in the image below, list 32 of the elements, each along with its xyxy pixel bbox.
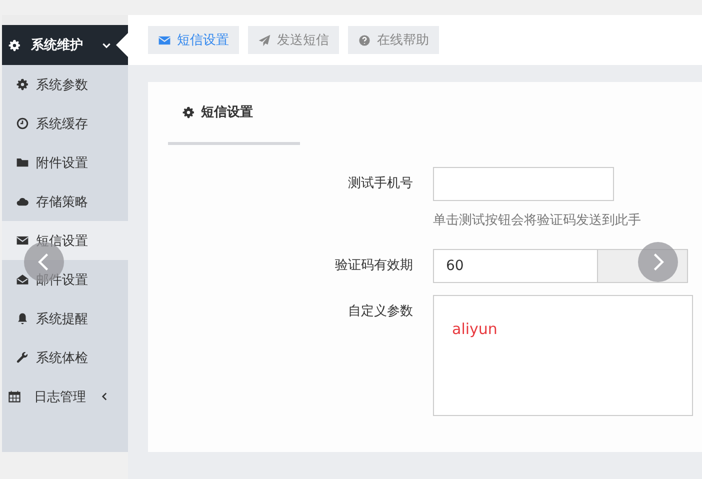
- help-icon: [358, 34, 371, 46]
- wrench-icon: [16, 351, 29, 364]
- envelope-icon: [16, 234, 29, 247]
- field-label: 自定义参数: [347, 303, 414, 321]
- cloud-icon: [16, 195, 29, 208]
- gear-icon: [8, 38, 21, 52]
- folder-icon: [16, 156, 29, 169]
- sidebar-item[interactable]: 系统体检: [2, 338, 128, 377]
- sidebar-item[interactable]: 附件设置: [2, 143, 128, 182]
- bell-icon: [16, 312, 29, 325]
- envelope-open-icon: [16, 273, 29, 286]
- sidebar-item[interactable]: 系统参数: [2, 65, 128, 104]
- params-textarea[interactable]: aliyun: [433, 295, 693, 416]
- gear-icon: [182, 106, 195, 118]
- expiry-input[interactable]: 60: [433, 249, 598, 283]
- field-label: 验证码有效期: [334, 257, 414, 275]
- calendar-icon: [8, 390, 21, 403]
- menu-group-header[interactable]: 系统维护: [2, 25, 128, 65]
- clock-icon: [16, 117, 29, 130]
- phone-input[interactable]: [433, 167, 614, 201]
- sidebar-item[interactable]: 邮件设置: [2, 260, 128, 299]
- menu-group-label: 系统维护: [31, 36, 84, 54]
- sidebar-item[interactable]: 系统提醒: [2, 299, 128, 338]
- paper-plane-icon: [258, 34, 271, 46]
- envelope-icon: [158, 34, 171, 46]
- help-text: 单击测试按钮会将验证码发送到此手: [433, 212, 642, 229]
- settings-tab[interactable]: 短信设置: [168, 82, 300, 145]
- sidebar-item[interactable]: 存储策略: [2, 182, 128, 221]
- field-label: 测试手机号: [347, 175, 414, 193]
- sidebar-item[interactable]: 系统缓存: [2, 104, 128, 143]
- sidebar-item[interactable]: 日志管理: [2, 377, 128, 416]
- gear-icon: [16, 78, 29, 91]
